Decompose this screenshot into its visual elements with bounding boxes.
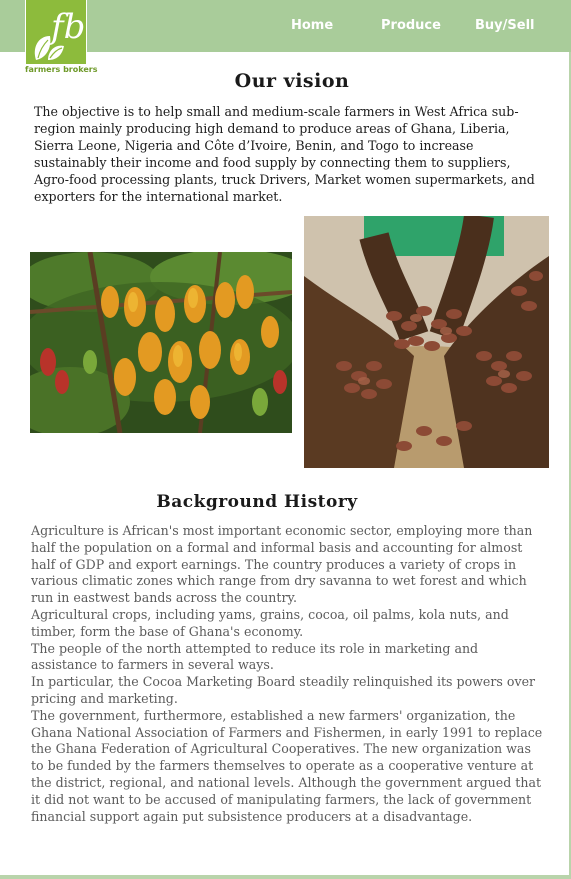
history-paragraph: Agriculture is African's most important … (31, 523, 533, 606)
history-paragraph: The people of the north attempted to red… (31, 640, 479, 673)
history-text: Agriculture is African's most important … (31, 523, 545, 825)
history-paragraph: In particular, the Cocoa Marketing Board… (31, 674, 536, 706)
cocoa-beans-image (304, 216, 549, 468)
history-title: Background History (156, 492, 358, 512)
vision-title: Our vision (234, 70, 350, 92)
nav-produce-link[interactable]: Produce (381, 17, 441, 35)
logo-letters: fb (48, 7, 85, 47)
nav-buysell-link[interactable]: Buy/Sell (475, 17, 534, 35)
nav-home-link[interactable]: Home (291, 17, 333, 35)
cocoa-tree-image (30, 252, 292, 433)
history-paragraph: The government, furthermore, established… (31, 707, 543, 824)
logo-mark-icon: fb (26, 0, 86, 64)
page-border-bottom (0, 875, 571, 879)
history-paragraph: Agricultural crops, including yams, grai… (31, 606, 509, 639)
vision-text: The objective is to help small and mediu… (34, 104, 535, 204)
brand-logo[interactable]: fb farmers brokers (25, 0, 97, 77)
